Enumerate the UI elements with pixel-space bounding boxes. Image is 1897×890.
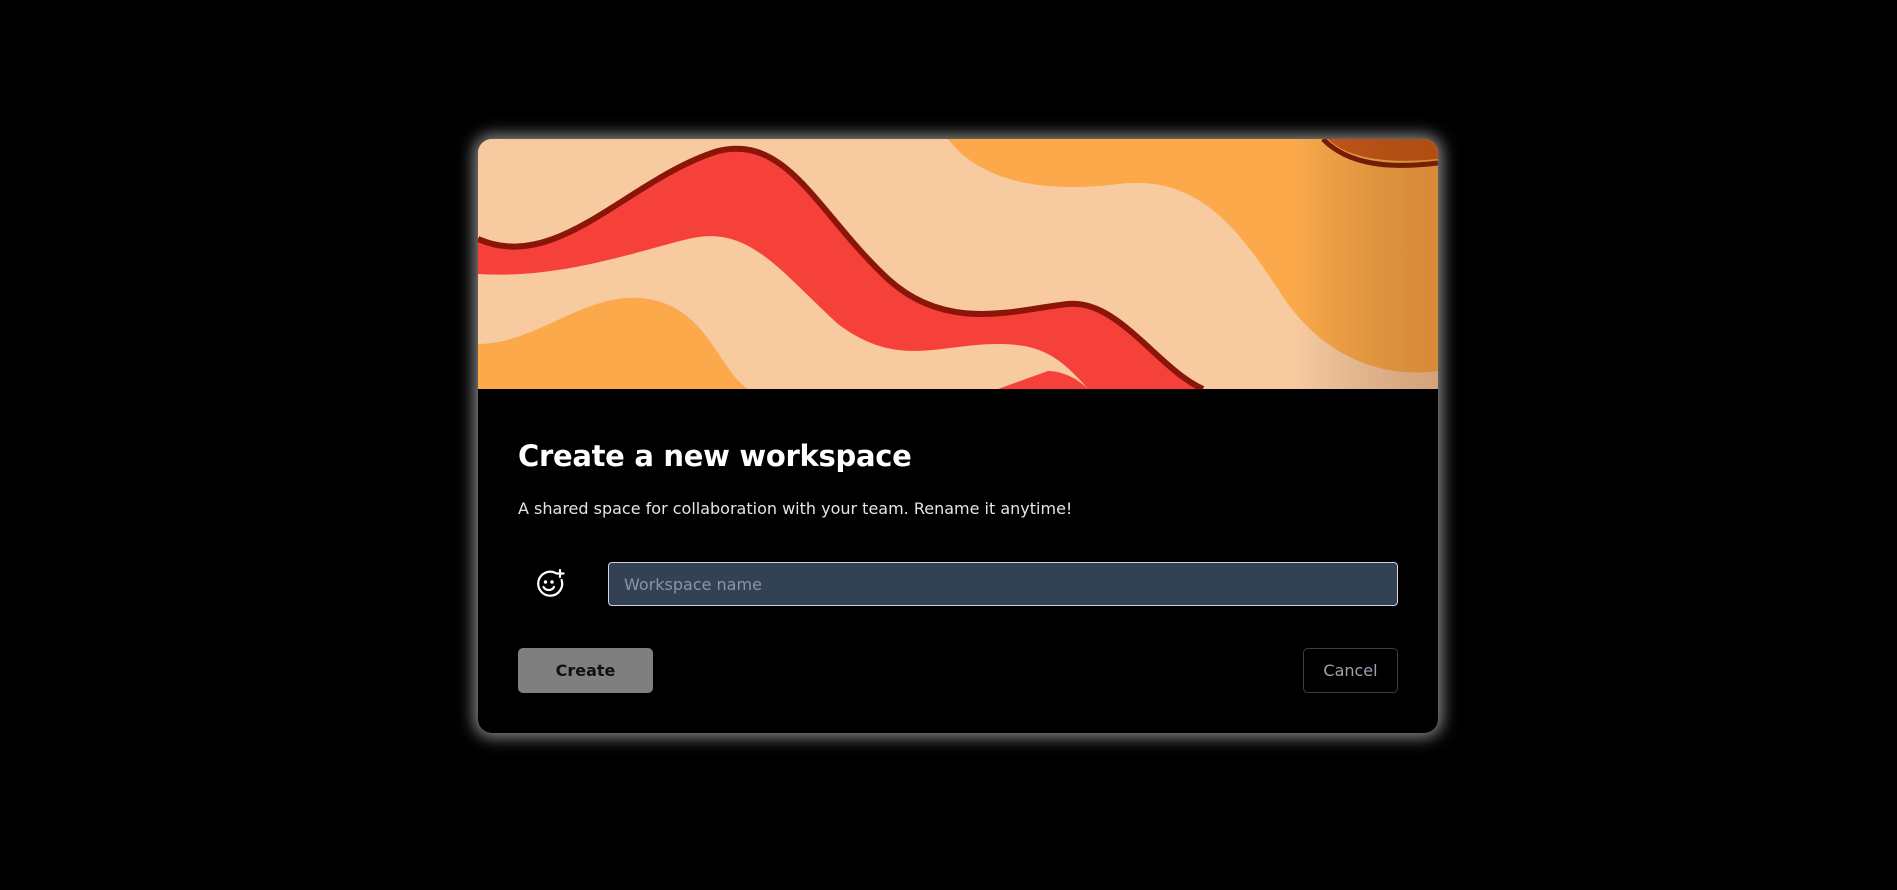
dialog-subtitle: A shared space for collaboration with yo… [518, 499, 1073, 518]
banner-image [478, 139, 1438, 389]
smiley-plus-icon [534, 568, 566, 604]
page-backdrop: Create a new workspace A shared space fo… [0, 0, 1897, 890]
create-workspace-dialog: Create a new workspace A shared space fo… [478, 139, 1438, 733]
dialog-title: Create a new workspace [518, 439, 912, 473]
emoji-picker-button[interactable] [530, 566, 570, 606]
cancel-button[interactable]: Cancel [1303, 648, 1398, 693]
workspace-name-input[interactable] [608, 562, 1398, 606]
create-button[interactable]: Create [518, 648, 653, 693]
